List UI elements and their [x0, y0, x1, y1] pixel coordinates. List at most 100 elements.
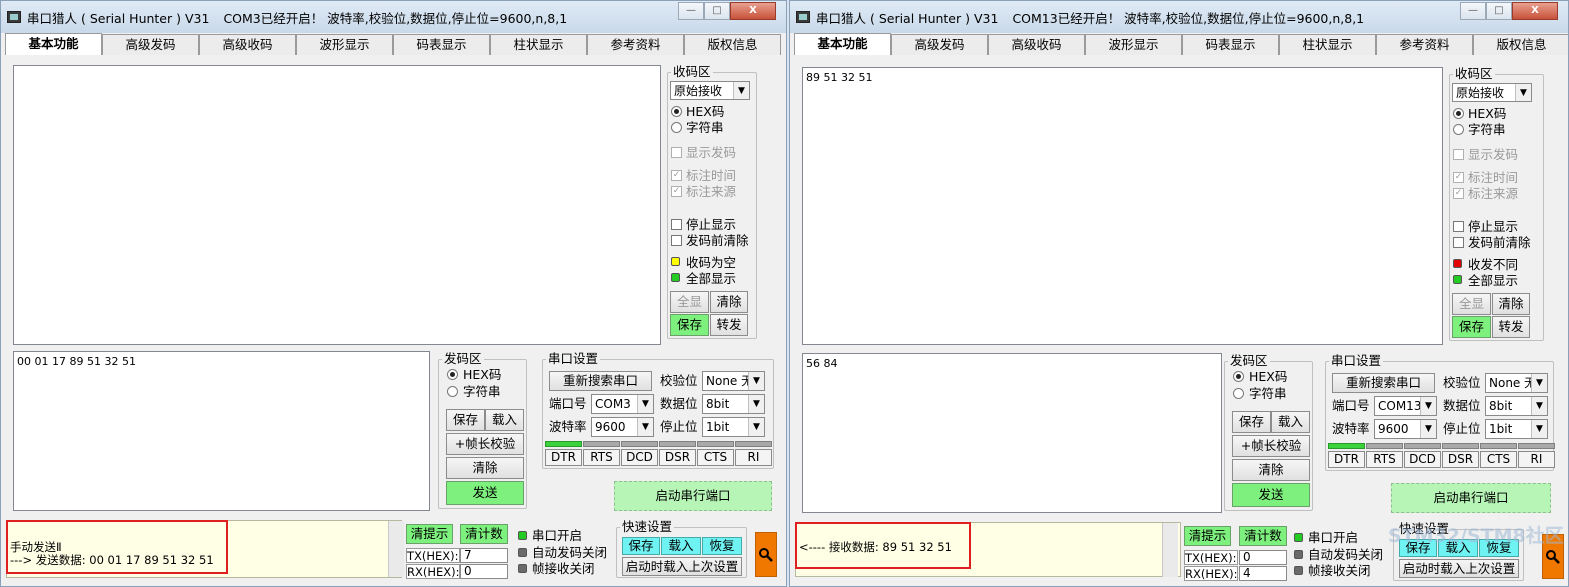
- recv-hex-radio[interactable]: [671, 106, 682, 117]
- port-select[interactable]: COM3 ▼: [591, 394, 654, 414]
- tab-1[interactable]: 高级发码: [102, 34, 199, 55]
- stopbits-select[interactable]: 1bit ▼: [702, 417, 765, 437]
- tab-3[interactable]: 波形显示: [296, 34, 393, 55]
- receive-mode-select[interactable]: 原始接收 ▼: [1452, 83, 1532, 102]
- forward-button[interactable]: 转发: [710, 314, 748, 336]
- signal-dtr-button[interactable]: DTR: [545, 449, 582, 466]
- databits-select[interactable]: 8bit ▼: [1485, 396, 1548, 416]
- save-send-button[interactable]: 保存: [1232, 411, 1271, 433]
- signal-cts-button[interactable]: CTS: [697, 449, 734, 466]
- rescan-ports-button[interactable]: 重新搜索串口: [1332, 373, 1435, 393]
- show-sent-checkbox[interactable]: [671, 147, 682, 158]
- mark-source-checkbox[interactable]: ✓: [1453, 188, 1464, 199]
- load-last-settings-button[interactable]: 启动时载入上次设置: [1399, 559, 1519, 578]
- mark-time-checkbox[interactable]: ✓: [1453, 172, 1464, 183]
- save-send-button[interactable]: 保存: [446, 409, 485, 431]
- clear-tip-button[interactable]: 清提示: [406, 524, 453, 544]
- minimize-button[interactable]: —: [1460, 2, 1486, 20]
- signal-dcd-button[interactable]: DCD: [621, 449, 658, 466]
- mark-source-checkbox[interactable]: ✓: [671, 186, 682, 197]
- clear-send-button[interactable]: 清除: [446, 457, 524, 479]
- tab-5[interactable]: 柱状显示: [490, 34, 587, 55]
- signal-rts-button[interactable]: RTS: [583, 449, 620, 466]
- send-button[interactable]: 发送: [446, 481, 524, 505]
- quick-load-button[interactable]: 载入: [661, 537, 701, 555]
- tool-button[interactable]: [755, 532, 777, 577]
- clear-count-button[interactable]: 清计数: [460, 524, 508, 544]
- load-last-settings-button[interactable]: 启动时载入上次设置: [622, 557, 742, 576]
- start-port-button[interactable]: 启动串行端口: [614, 481, 772, 511]
- signal-ri-button[interactable]: RI: [735, 449, 772, 466]
- start-port-button[interactable]: 启动串行端口: [1391, 483, 1551, 513]
- close-button[interactable]: X: [1512, 2, 1558, 20]
- tab-5[interactable]: 柱状显示: [1279, 34, 1376, 55]
- frame-check-button[interactable]: +帧长校验: [1232, 435, 1310, 457]
- forward-button[interactable]: 转发: [1492, 316, 1530, 338]
- databits-select[interactable]: 8bit ▼: [702, 394, 765, 414]
- send-area[interactable]: 00 01 17 89 51 32 51: [13, 351, 430, 511]
- status-scrollbar[interactable]: [1162, 523, 1178, 577]
- close-button[interactable]: X: [730, 2, 776, 20]
- tab-4[interactable]: 码表显示: [1182, 34, 1279, 55]
- recv-hex-radio[interactable]: [1453, 108, 1464, 119]
- stop-display-checkbox[interactable]: [671, 219, 682, 230]
- tab-3[interactable]: 波形显示: [1085, 34, 1182, 55]
- signal-cts-button[interactable]: CTS: [1480, 451, 1517, 468]
- tab-0[interactable]: 基本功能: [794, 33, 891, 55]
- send-string-radio[interactable]: [447, 386, 458, 397]
- status-scrollbar[interactable]: [388, 521, 404, 577]
- send-area[interactable]: 56 84: [802, 353, 1222, 513]
- quick-restore-button[interactable]: 恢复: [702, 537, 742, 555]
- stop-display-checkbox[interactable]: [1453, 221, 1464, 232]
- tab-7[interactable]: 版权信息: [684, 34, 781, 55]
- clear-send-button[interactable]: 清除: [1232, 459, 1310, 481]
- minimize-button[interactable]: —: [678, 2, 704, 20]
- parity-select[interactable]: None 无 ▼: [1485, 373, 1548, 393]
- parity-select[interactable]: None 无 ▼: [702, 371, 765, 391]
- tab-4[interactable]: 码表显示: [393, 34, 490, 55]
- quick-save-button[interactable]: 保存: [622, 537, 660, 555]
- recv-string-radio[interactable]: [1453, 124, 1464, 135]
- tab-7[interactable]: 版权信息: [1473, 34, 1568, 55]
- send-hex-radio[interactable]: [1233, 371, 1244, 382]
- signal-dsr-button[interactable]: DSR: [659, 449, 696, 466]
- tab-1[interactable]: 高级发码: [891, 34, 988, 55]
- baud-select[interactable]: 9600 ▼: [591, 417, 654, 437]
- signal-rts-button[interactable]: RTS: [1366, 451, 1403, 468]
- tab-0[interactable]: 基本功能: [5, 33, 102, 55]
- baud-select[interactable]: 9600 ▼: [1374, 419, 1437, 439]
- load-send-button[interactable]: 载入: [485, 409, 524, 431]
- clear-before-send-checkbox[interactable]: [1453, 237, 1464, 248]
- rescan-ports-button[interactable]: 重新搜索串口: [549, 371, 652, 391]
- recv-string-radio[interactable]: [671, 122, 682, 133]
- full-display-button[interactable]: 全显: [670, 291, 709, 313]
- show-sent-checkbox[interactable]: [1453, 149, 1464, 160]
- send-string-radio[interactable]: [1233, 388, 1244, 399]
- signal-dtr-button[interactable]: DTR: [1328, 451, 1365, 468]
- tab-2[interactable]: 高级收码: [988, 34, 1085, 55]
- clear-receive-button[interactable]: 清除: [710, 291, 748, 313]
- send-button[interactable]: 发送: [1232, 483, 1310, 507]
- save-receive-button[interactable]: 保存: [1452, 316, 1491, 338]
- tab-2[interactable]: 高级收码: [199, 34, 296, 55]
- signal-dcd-button[interactable]: DCD: [1404, 451, 1441, 468]
- frame-check-button[interactable]: +帧长校验: [446, 433, 524, 455]
- clear-count-button[interactable]: 清计数: [1239, 526, 1287, 546]
- full-display-button[interactable]: 全显: [1452, 293, 1491, 315]
- clear-receive-button[interactable]: 清除: [1492, 293, 1530, 315]
- receive-area[interactable]: 89 51 32 51: [802, 67, 1443, 345]
- receive-mode-select[interactable]: 原始接收 ▼: [670, 81, 750, 100]
- save-receive-button[interactable]: 保存: [670, 314, 709, 336]
- maximize-button[interactable]: □: [704, 2, 730, 20]
- clear-tip-button[interactable]: 清提示: [1184, 526, 1231, 546]
- signal-ri-button[interactable]: RI: [1518, 451, 1555, 468]
- stopbits-select[interactable]: 1bit ▼: [1485, 419, 1548, 439]
- clear-before-send-checkbox[interactable]: [671, 235, 682, 246]
- port-select[interactable]: COM13 ▼: [1374, 396, 1437, 416]
- tab-6[interactable]: 参考资料: [1376, 34, 1473, 55]
- receive-area[interactable]: [13, 65, 661, 345]
- mark-time-checkbox[interactable]: ✓: [671, 170, 682, 181]
- load-send-button[interactable]: 载入: [1271, 411, 1310, 433]
- signal-dsr-button[interactable]: DSR: [1442, 451, 1479, 468]
- tab-6[interactable]: 参考资料: [587, 34, 684, 55]
